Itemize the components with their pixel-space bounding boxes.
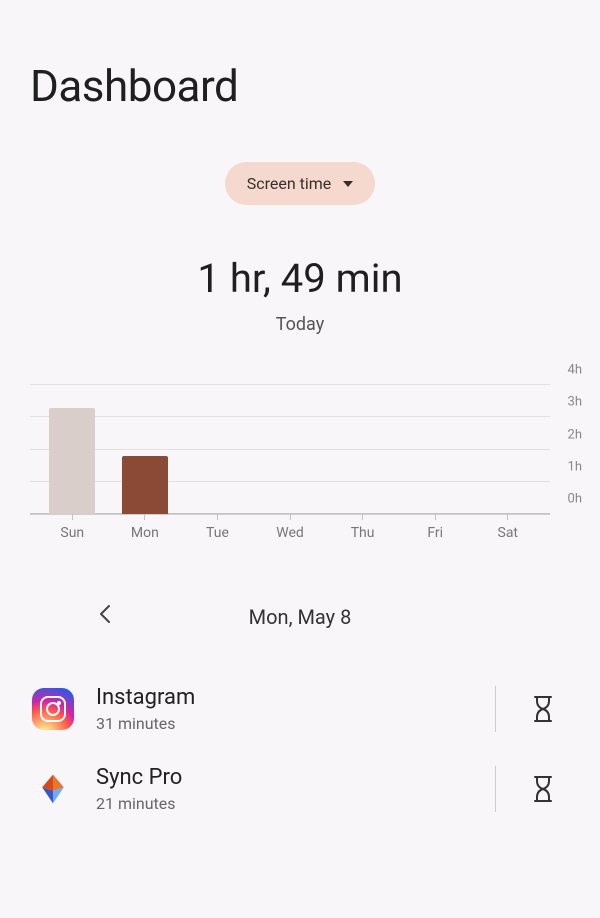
instagram-icon — [32, 688, 74, 730]
selected-date: Mon, May 8 — [249, 605, 352, 629]
y-tick-label: 4h — [568, 363, 582, 378]
app-timer-button[interactable] — [518, 695, 568, 723]
app-time: 21 minutes — [96, 794, 473, 813]
prev-day-button[interactable] — [90, 596, 120, 638]
x-tick-label: Fri — [399, 525, 472, 541]
app-usage-list: Instagram 31 minutes Sync Pro 21 minutes — [0, 669, 600, 829]
x-tick-label: Mon — [109, 525, 182, 541]
app-name: Instagram — [96, 685, 473, 710]
y-tick-label: 0h — [568, 492, 582, 507]
app-time: 31 minutes — [96, 714, 473, 733]
x-tick-label: Wed — [254, 525, 327, 541]
screen-time-dropdown[interactable]: Screen time — [225, 162, 376, 205]
x-tick-label: Tue — [181, 525, 254, 541]
total-screen-time: 1 hr, 49 min — [0, 255, 600, 302]
y-tick-label: 2h — [568, 427, 582, 442]
total-caption: Today — [0, 314, 600, 335]
x-tick-label: Sun — [36, 525, 109, 541]
app-row[interactable]: Sync Pro 21 minutes — [32, 749, 568, 829]
sync-pro-icon — [32, 768, 74, 810]
app-name: Sync Pro — [96, 765, 473, 790]
y-tick-label: 3h — [568, 395, 582, 410]
dropdown-label: Screen time — [247, 174, 332, 193]
app-row[interactable]: Instagram 31 minutes — [32, 669, 568, 749]
x-tick-label: Sat — [471, 525, 544, 541]
chart-bar[interactable] — [49, 408, 95, 514]
chart-bar[interactable] — [122, 456, 168, 514]
chevron-down-icon — [343, 181, 353, 187]
app-timer-button[interactable] — [518, 775, 568, 803]
screen-time-chart[interactable]: 0h1h2h3h4h SunMonTueWedThuFriSat — [0, 385, 600, 545]
x-tick-label: Thu — [326, 525, 399, 541]
y-tick-label: 1h — [568, 459, 582, 474]
divider — [495, 766, 496, 812]
divider — [495, 686, 496, 732]
page-title: Dashboard — [0, 0, 600, 162]
